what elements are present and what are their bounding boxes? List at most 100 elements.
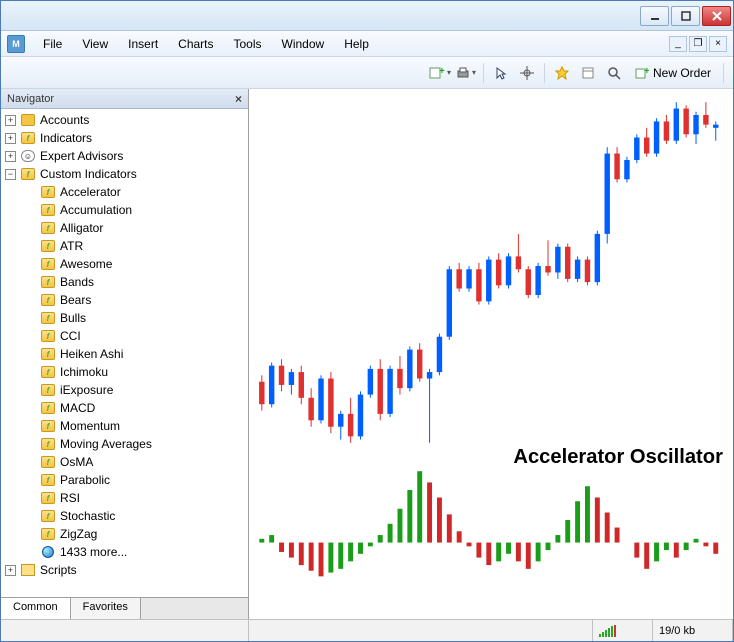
menu-insert[interactable]: Insert xyxy=(118,34,168,54)
indicator-icon: f xyxy=(40,419,56,433)
indicator-macd[interactable]: f MACD xyxy=(1,399,248,417)
tree-item-indicators[interactable]: + f Indicators xyxy=(1,129,248,147)
window-close-button[interactable] xyxy=(702,6,731,26)
navigator-tree[interactable]: +Accounts+fIndicators+☺Expert Advisors−f… xyxy=(1,109,248,597)
properties-button[interactable] xyxy=(576,61,600,85)
folder-icon xyxy=(20,563,36,577)
indicator-icon: f xyxy=(40,347,56,361)
tree-item-label: Accumulation xyxy=(60,203,132,217)
folder-icon xyxy=(20,113,36,127)
svg-text:Accelerator Oscillator: Accelerator Oscillator xyxy=(513,446,723,468)
mdi-close-button[interactable]: × xyxy=(709,36,727,52)
navigator-title: Navigator xyxy=(7,93,54,105)
svg-text:+: + xyxy=(439,65,445,76)
tree-item-label: Heiken Ashi xyxy=(60,347,123,361)
more-indicators[interactable]: 1433 more... xyxy=(1,543,248,561)
tree-item-scripts[interactable]: +Scripts xyxy=(1,561,248,579)
expand-icon[interactable]: + xyxy=(5,565,16,576)
menu-window[interactable]: Window xyxy=(272,34,335,54)
tree-item-label: 1433 more... xyxy=(60,545,127,559)
tab-favorites[interactable]: Favorites xyxy=(71,598,141,619)
window-minimize-button[interactable] xyxy=(640,6,669,26)
cursor-button[interactable] xyxy=(489,61,513,85)
indicator-icon: f xyxy=(40,401,56,415)
tree-item-label: Ichimoku xyxy=(60,365,108,379)
tree-item-label: Awesome xyxy=(60,257,112,271)
chart-area[interactable]: Accelerator Oscillator xyxy=(249,89,733,619)
indicator-heiken-ashi[interactable]: f Heiken Ashi xyxy=(1,345,248,363)
menu-tools[interactable]: Tools xyxy=(224,34,272,54)
navigator-close-button[interactable]: × xyxy=(235,92,242,106)
mdi-minimize-button[interactable]: _ xyxy=(669,36,687,52)
indicator-bulls[interactable]: fBulls xyxy=(1,309,248,327)
tree-item-expert-advisors[interactable]: +☺Expert Advisors xyxy=(1,147,248,165)
navigator-panel: Navigator × +Accounts+fIndicators+☺Exper… xyxy=(1,89,249,619)
menu-help[interactable]: Help xyxy=(334,34,379,54)
zoom-button[interactable] xyxy=(602,61,626,85)
indicator-moving-averages[interactable]: fMoving Averages xyxy=(1,435,248,453)
folder-icon: f xyxy=(20,167,36,181)
tab-common[interactable]: Common xyxy=(1,598,71,619)
menu-charts[interactable]: Charts xyxy=(168,34,223,54)
indicator-icon: f xyxy=(40,203,56,217)
indicator-iexposure[interactable]: fiExposure xyxy=(1,381,248,399)
indicator-icon: f xyxy=(40,257,56,271)
tree-item-label: Indicators xyxy=(40,131,92,145)
status-bar: 19/0 kb xyxy=(1,619,733,641)
app-window: M File View Insert Charts Tools Window H… xyxy=(0,0,734,642)
tree-item-label: ZigZag xyxy=(60,527,97,541)
menu-view[interactable]: View xyxy=(72,34,118,54)
tree-item-label: Bears xyxy=(60,293,91,307)
new-chart-button[interactable]: +▾ xyxy=(428,61,452,85)
menu-bar: M File View Insert Charts Tools Window H… xyxy=(1,31,733,57)
navigator-tabs: Common Favorites xyxy=(1,597,248,619)
indicator-stochastic[interactable]: fStochastic xyxy=(1,507,248,525)
chart-canvas[interactable]: Accelerator Oscillator xyxy=(249,89,733,619)
indicator-accumulation[interactable]: f Accumulation xyxy=(1,201,248,219)
indicator-icon: f xyxy=(40,329,56,343)
indicator-accelerator[interactable]: fAccelerator xyxy=(1,183,248,201)
indicator-atr[interactable]: fATR xyxy=(1,237,248,255)
tree-item-label: RSI xyxy=(60,491,80,505)
indicator-momentum[interactable]: f Momentum xyxy=(1,417,248,435)
crosshair-button[interactable] xyxy=(515,61,539,85)
folder-icon: f xyxy=(20,131,36,145)
tree-item-label: Bands xyxy=(60,275,94,289)
window-maximize-button[interactable] xyxy=(671,6,700,26)
expand-icon[interactable]: + xyxy=(5,151,16,162)
indicator-ichimoku[interactable]: fIchimoku xyxy=(1,363,248,381)
favorites-button[interactable] xyxy=(550,61,574,85)
indicator-icon: f xyxy=(40,275,56,289)
indicator-icon: f xyxy=(40,311,56,325)
tree-item-label: Momentum xyxy=(60,419,120,433)
tree-item-label: Custom Indicators xyxy=(40,167,137,181)
new-order-button[interactable]: +New Order xyxy=(628,61,718,85)
indicator-osma[interactable]: f OsMA xyxy=(1,453,248,471)
indicator-alligator[interactable]: fAlligator xyxy=(1,219,248,237)
tree-item-custom-indicators[interactable]: −f Custom Indicators xyxy=(1,165,248,183)
expand-icon[interactable]: + xyxy=(5,115,16,126)
indicator-icon: f xyxy=(40,239,56,253)
indicator-zigzag[interactable]: fZigZag xyxy=(1,525,248,543)
tree-item-label: CCI xyxy=(60,329,81,343)
app-icon: M xyxy=(7,35,25,53)
mdi-restore-button[interactable]: ❐ xyxy=(689,36,707,52)
collapse-icon[interactable]: − xyxy=(5,169,16,180)
indicator-bears[interactable]: fBears xyxy=(1,291,248,309)
indicator-icon: f xyxy=(40,455,56,469)
traffic-label: 19/0 kb xyxy=(653,620,733,641)
indicator-icon: f xyxy=(40,473,56,487)
indicator-awesome[interactable]: f Awesome xyxy=(1,255,248,273)
indicator-bands[interactable]: f Bands xyxy=(1,273,248,291)
menu-file[interactable]: File xyxy=(33,34,72,54)
tree-item-label: OsMA xyxy=(60,455,93,469)
tree-item-label: MACD xyxy=(60,401,95,415)
globe-icon xyxy=(40,545,56,559)
tree-item-label: Parabolic xyxy=(60,473,110,487)
indicator-parabolic[interactable]: f Parabolic xyxy=(1,471,248,489)
indicator-cci[interactable]: f CCI xyxy=(1,327,248,345)
print-button[interactable]: ▾ xyxy=(454,61,478,85)
expand-icon[interactable]: + xyxy=(5,133,16,144)
tree-item-accounts[interactable]: +Accounts xyxy=(1,111,248,129)
indicator-rsi[interactable]: fRSI xyxy=(1,489,248,507)
